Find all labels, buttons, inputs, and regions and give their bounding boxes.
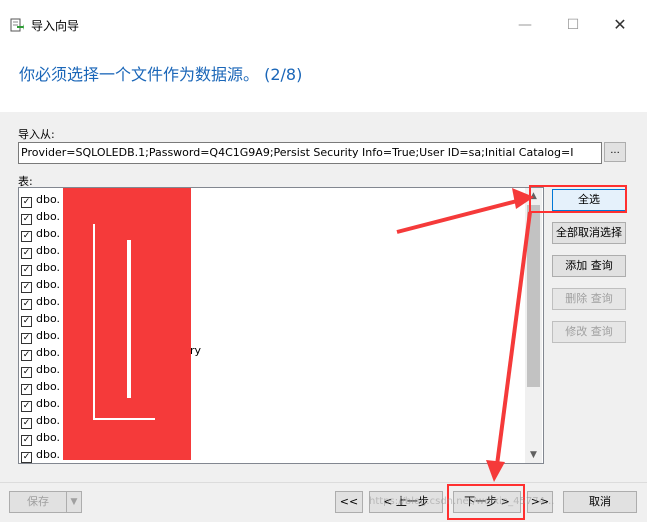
annotation-arrow	[495, 211, 532, 466]
arrow-head-icon	[512, 188, 534, 209]
annotation-arrows	[396, 188, 534, 482]
arrow-head-icon	[486, 460, 505, 482]
annotation-arrow	[396, 198, 522, 234]
